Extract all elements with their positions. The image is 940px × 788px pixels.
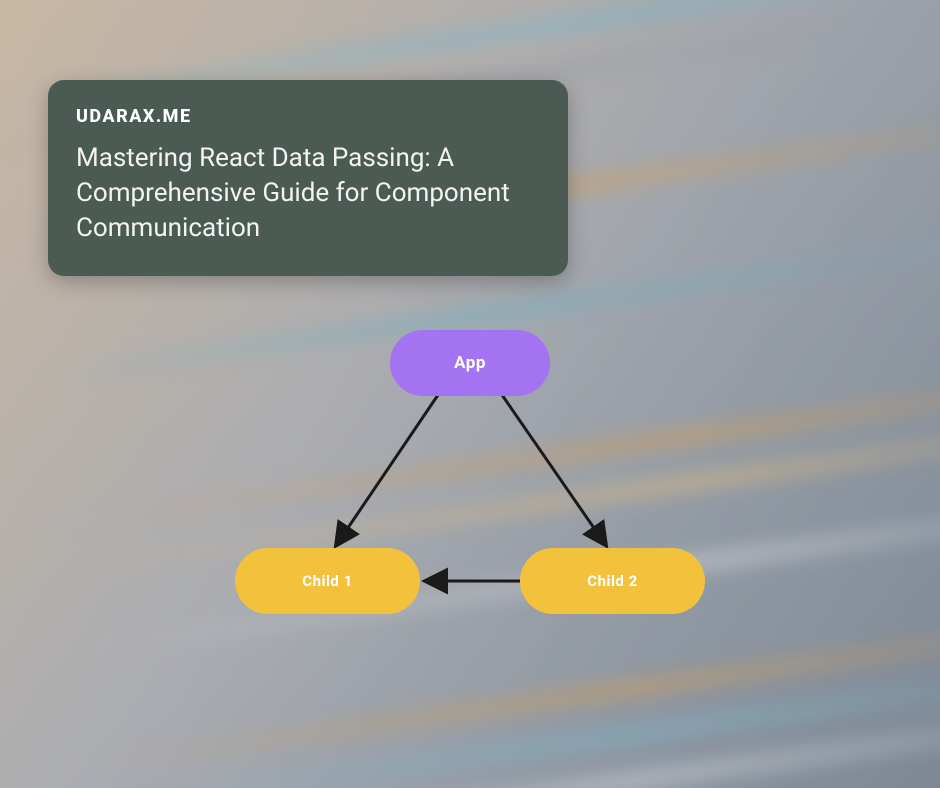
node-child1: Child 1 — [235, 548, 420, 614]
component-diagram: App Child 1 Child 2 — [235, 330, 705, 650]
node-label: Child 2 — [587, 572, 637, 590]
article-title: Mastering React Data Passing: A Comprehe… — [76, 141, 540, 246]
node-app: App — [390, 330, 550, 396]
site-name: UDARAX.ME — [76, 106, 540, 127]
edge-app-child2 — [500, 392, 605, 544]
edge-app-child1 — [337, 392, 440, 544]
canvas: UDARAX.ME Mastering React Data Passing: … — [0, 0, 940, 788]
node-child2: Child 2 — [520, 548, 705, 614]
node-label: Child 1 — [302, 572, 352, 590]
header-card: UDARAX.ME Mastering React Data Passing: … — [48, 80, 568, 276]
node-label: App — [454, 353, 486, 373]
